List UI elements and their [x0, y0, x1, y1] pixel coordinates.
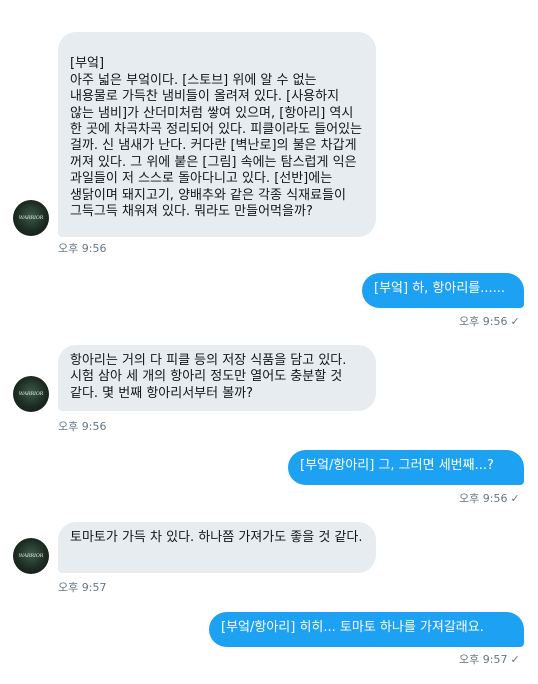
message-timestamp: 오후 9:56: [58, 242, 107, 255]
message-text: [부엌/항아리] 히히... 토마토 하나를 가져갈래요.: [221, 620, 484, 635]
contact-avatar[interactable]: WARRIOR: [13, 376, 49, 412]
sent-check-icon: ✓: [510, 653, 520, 666]
message-bubble[interactable]: [부엌/항아리] 그, 그러면 세번째...?: [288, 450, 524, 485]
message-bubble[interactable]: [부엌] 아주 넓은 부엌이다. [스토브] 위에 알 수 없는 내용물로 가득…: [58, 32, 376, 237]
message-timestamp: 오후 9:56 ✓: [459, 315, 520, 328]
sent-check-icon: ✓: [510, 492, 520, 505]
message-timestamp: 오후 9:56: [58, 420, 107, 433]
message-bubble[interactable]: 토마토가 가득 차 있다. 하나쯤 가져가도 좋을 것 같다.: [58, 522, 376, 573]
contact-avatar[interactable]: WARRIOR: [13, 200, 49, 236]
message-timestamp: 오후 9:57 ✓: [459, 653, 520, 666]
message-text: [부엌/항아리] 그, 그러면 세번째...?: [300, 458, 494, 473]
conversation: WARRIOR [부엌] 아주 넓은 부엌이다. [스토브] 위에 알 수 없는…: [0, 0, 538, 684]
avatar-logo-text: WARRIOR: [18, 215, 44, 221]
avatar-logo-text: WARRIOR: [18, 391, 44, 397]
message-timestamp: 오후 9:56 ✓: [459, 492, 520, 505]
message-timestamp: 오후 9:57: [58, 581, 107, 594]
message-text: [부엌] 하, 항아리를......: [374, 281, 506, 296]
message-text: [부엌] 아주 넓은 부엌이다. [스토브] 위에 알 수 없는 내용물로 가득…: [70, 56, 363, 220]
message-text: 항아리는 거의 다 피클 등의 저장 식품을 담고 있다. 시험 삼아 세 개의…: [70, 353, 347, 401]
contact-avatar[interactable]: WARRIOR: [13, 538, 49, 574]
avatar-logo-text: WARRIOR: [18, 553, 44, 559]
sent-check-icon: ✓: [510, 315, 520, 328]
message-bubble[interactable]: [부엌/항아리] 히히... 토마토 하나를 가져갈래요.: [209, 612, 524, 647]
message-bubble[interactable]: 항아리는 거의 다 피클 등의 저장 식품을 담고 있다. 시험 삼아 세 개의…: [58, 345, 376, 411]
message-text: 토마토가 가득 차 있다. 하나쯤 가져가도 좋을 것 같다.: [70, 530, 363, 545]
message-bubble[interactable]: [부엌] 하, 항아리를......: [362, 273, 524, 308]
